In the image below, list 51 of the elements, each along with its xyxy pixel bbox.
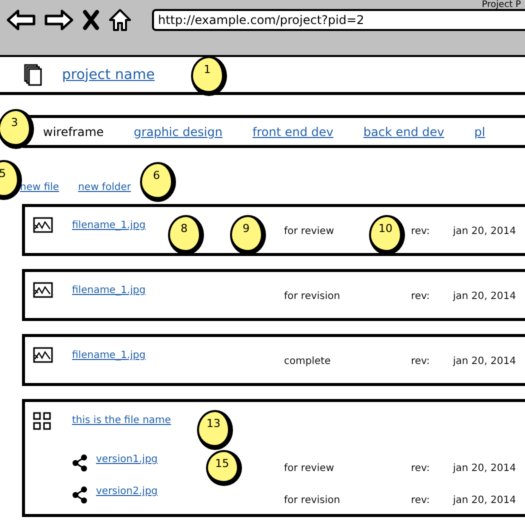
forward-icon[interactable] — [44, 8, 74, 32]
annotation-marker: 9 — [230, 215, 266, 255]
file-link[interactable]: filename_1.jpg — [72, 350, 146, 361]
image-icon — [33, 347, 53, 364]
rev-label: rev: — [411, 356, 431, 367]
version-link[interactable]: version1.jpg — [96, 454, 158, 465]
status-text: for review — [284, 463, 335, 474]
window-title: Project P — [482, 0, 521, 10]
rev-label: rev: — [411, 226, 431, 237]
date-text: jan 20, 2014 — [453, 495, 516, 506]
action-link[interactable]: new file — [20, 182, 60, 193]
annotation-marker: 5 — [0, 160, 22, 200]
tab[interactable]: graphic design — [134, 124, 222, 138]
status-text: for review — [284, 226, 334, 239]
annotation-marker: 15 — [206, 450, 242, 486]
address-field[interactable]: http://example.com/project?pid=2 — [152, 9, 525, 31]
annotation-marker: 10 — [369, 215, 405, 255]
image-icon — [33, 217, 53, 234]
share-icon — [72, 454, 88, 472]
date-text: jan 20, 2014 — [453, 463, 516, 474]
action-link[interactable]: new folder — [78, 182, 131, 193]
date-text: jan 20, 2014 — [453, 356, 516, 367]
back-icon[interactable] — [6, 8, 36, 32]
file-link[interactable]: filename_1.jpg — [72, 285, 146, 296]
rev-label: rev: — [411, 495, 431, 506]
annotation-marker: 13 — [196, 410, 233, 450]
annotation-marker: 3 — [0, 109, 34, 149]
rev-label: rev: — [411, 291, 431, 302]
tab[interactable]: back end dev — [363, 124, 444, 138]
file-link[interactable]: filename_1.jpg — [72, 220, 146, 231]
share-icon — [72, 486, 88, 504]
date-text: jan 20, 2014 — [453, 226, 516, 237]
date-text: jan 20, 2014 — [453, 291, 516, 302]
grid-icon — [33, 412, 51, 430]
status-text: for revision — [284, 495, 342, 506]
status-text: for revision — [284, 291, 340, 302]
rev-label: rev: — [411, 463, 431, 474]
project-name-link[interactable]: project name — [62, 66, 155, 82]
image-icon — [33, 282, 53, 299]
documents-icon — [24, 64, 42, 86]
annotation-marker: 1 — [190, 56, 227, 96]
annotation-marker: 6 — [140, 162, 176, 202]
version-link[interactable]: version2.jpg — [96, 486, 158, 497]
tab[interactable]: pl — [474, 124, 486, 138]
tab[interactable]: front end dev — [252, 124, 334, 138]
tab[interactable]: wireframe — [43, 124, 104, 138]
close-icon[interactable] — [82, 9, 100, 31]
status-text: complete — [284, 356, 331, 367]
folder-link[interactable]: this is the file name — [72, 415, 171, 426]
home-icon[interactable] — [108, 8, 132, 32]
annotation-marker: 8 — [168, 215, 204, 255]
